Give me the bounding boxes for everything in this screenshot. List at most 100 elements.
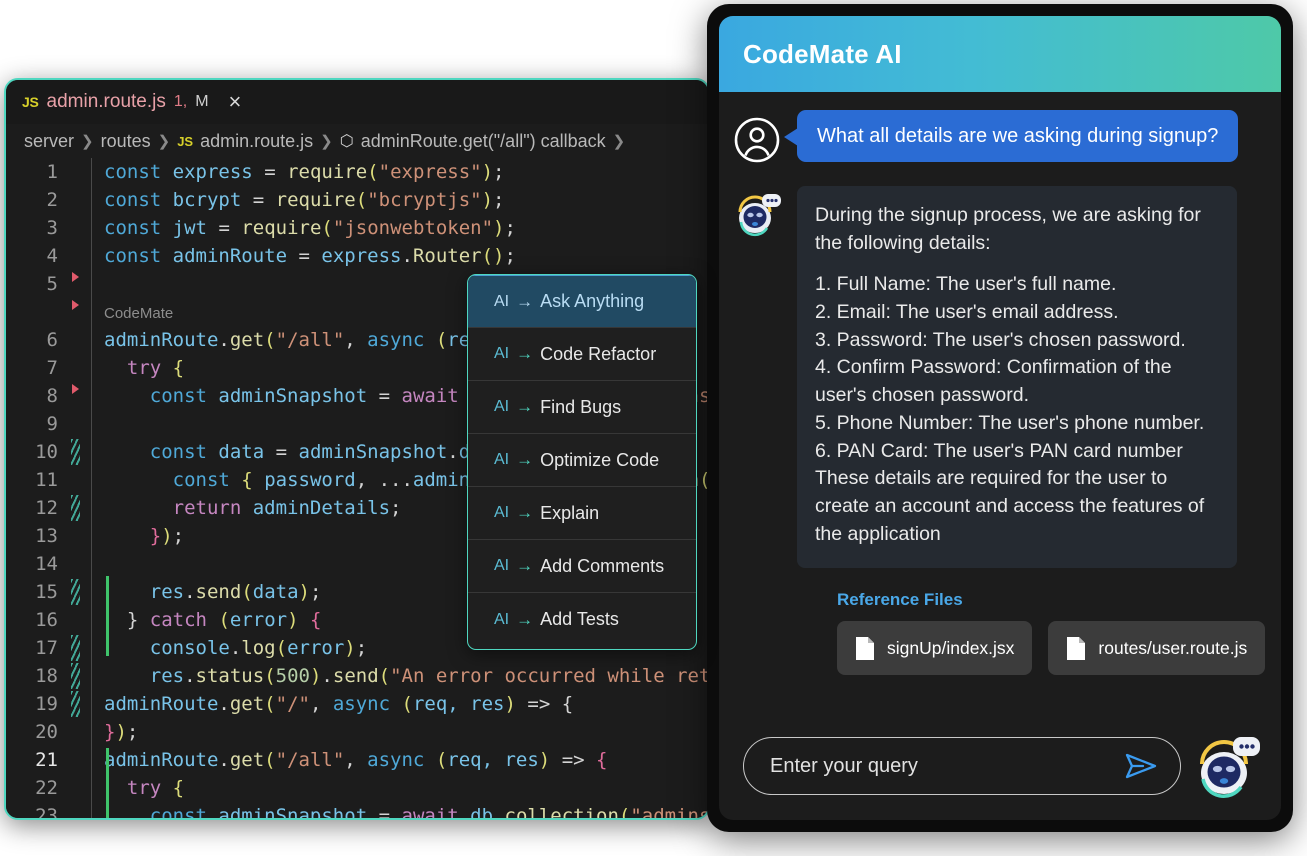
editor-tabbar: JS admin.route.js 1, M × <box>6 80 708 124</box>
arrow-right-icon: → <box>516 503 534 522</box>
ai-menu-item-find-bugs[interactable]: AI → Find Bugs <box>468 381 696 434</box>
user-message-bubble: What all details are we asking during si… <box>783 110 1239 162</box>
bot-list-item: 3. Password: The user's chosen password. <box>815 328 1186 351</box>
editor-tab-admin-route-js[interactable]: JS admin.route.js 1, M × <box>22 80 241 124</box>
line-number: 8 <box>46 385 58 407</box>
ai-menu-item-add-comments[interactable]: AI → Add Comments <box>468 540 696 593</box>
ai-prefix-label: AI <box>494 451 510 468</box>
gutter-mark <box>64 634 90 662</box>
chevron-right-icon: ❯ <box>81 133 94 150</box>
code-line: 1 const express = require("express"); <box>6 158 708 186</box>
arrow-right-icon: → <box>516 344 534 363</box>
gutter-mark <box>64 606 90 634</box>
bot-outro-text: These details are required for the user … <box>815 467 1205 545</box>
line-number: 12 <box>35 497 58 519</box>
change-marker-icon <box>71 663 80 689</box>
user-message-text: What all details are we asking during si… <box>817 125 1219 147</box>
arrow-right-icon: → <box>516 609 534 629</box>
breadcrumb-item-routes[interactable]: routes <box>101 131 151 152</box>
line-number: 4 <box>46 245 58 267</box>
search-input[interactable] <box>770 754 1124 778</box>
ai-menu-label: Ask Anything <box>540 291 645 311</box>
bot-list-item: 2. Email: The user's email address. <box>815 301 1119 324</box>
ai-prefix-label: AI <box>494 610 510 628</box>
breadcrumb: server ❯ routes ❯ JS admin.route.js ❯ ⬡ … <box>6 124 708 158</box>
gutter-mark <box>64 494 90 522</box>
js-file-icon: JS <box>22 94 39 110</box>
ai-menu-item-ask-anything[interactable]: AI → Ask Anything <box>468 275 696 328</box>
ai-menu-item-explain[interactable]: AI → Explain <box>468 487 696 540</box>
query-input-container[interactable] <box>743 737 1181 795</box>
arrow-right-icon: → <box>516 291 534 311</box>
breakpoint-arrow-icon <box>72 384 79 394</box>
breadcrumb-item-file[interactable]: admin.route.js <box>200 131 313 152</box>
chat-messages: What all details are we asking during si… <box>719 92 1281 712</box>
ai-menu-item-add-tests[interactable]: AI → Add Tests <box>468 593 696 646</box>
ai-menu-label: Code Refactor <box>540 343 657 364</box>
code-line-active: 21 adminRoute.get("/all", async (req, re… <box>6 746 708 774</box>
chat-header: CodeMate AI <box>719 16 1281 92</box>
change-marker-icon <box>71 691 80 717</box>
tab-modified-flag: M <box>195 93 209 110</box>
gutter-mark <box>64 774 90 802</box>
user-message-row: What all details are we asking during si… <box>733 110 1259 164</box>
reference-file-name: routes/user.route.js <box>1098 637 1248 658</box>
bot-list-item: 6. PAN Card: The user's PAN card number <box>815 439 1183 462</box>
arrow-right-icon: → <box>516 397 534 416</box>
reference-file-chip[interactable]: signUp/index.jsx <box>837 621 1033 676</box>
active-block-indicator <box>106 748 109 818</box>
line-number: 2 <box>46 189 58 211</box>
code-line: 22 try { <box>6 774 708 802</box>
change-marker-icon <box>71 495 80 521</box>
code-line: 2 const bcrypt = require("bcryptjs"); <box>6 186 708 214</box>
code-line-text: const express = require("express"); <box>104 161 505 183</box>
bot-list-item: 5. Phone Number: The user's phone number… <box>815 411 1205 434</box>
reference-file-chip[interactable]: routes/user.route.js <box>1048 621 1266 676</box>
code-line: 23 const adminSnapshot = await db.collec… <box>6 802 708 818</box>
ai-menu-item-optimize-code[interactable]: AI → Optimize Code <box>468 434 696 487</box>
gutter-mark <box>64 718 90 746</box>
bot-list-item: 4. Confirm Password: Confirmation of the… <box>815 356 1172 407</box>
line-number: 13 <box>35 525 58 547</box>
chevron-right-icon: ❯ <box>320 133 333 150</box>
code-line-text: try { <box>126 777 185 799</box>
bot-message-row: During the signup process, we are asking… <box>733 186 1259 569</box>
gutter-mark <box>64 522 90 550</box>
arrow-right-icon: → <box>516 556 534 575</box>
code-line: 18 res.status(500).send("An error occurr… <box>6 662 708 690</box>
breadcrumb-item-symbol[interactable]: adminRoute.get("/all") callback <box>361 131 606 152</box>
send-icon[interactable] <box>1124 751 1158 781</box>
gutter-mark <box>64 802 90 818</box>
ai-menu-label: Add Tests <box>540 609 619 629</box>
ai-prefix-label: AI <box>494 398 510 415</box>
gutter-mark <box>64 662 90 690</box>
change-marker-icon <box>71 439 80 465</box>
ai-context-menu[interactable]: AI → Ask Anything AI → Code Refactor AI … <box>467 274 697 650</box>
codemate-bot-fab-icon[interactable] <box>1193 731 1263 801</box>
tab-modified-count: 1, <box>173 93 188 110</box>
code-line: 20 }); <box>6 718 708 746</box>
close-icon[interactable]: × <box>229 91 242 113</box>
gutter-mark <box>64 270 90 298</box>
line-number: 6 <box>46 329 58 351</box>
codemate-ai-panel: CodeMate AI What all details are we aski… <box>707 4 1293 832</box>
ai-menu-label: Find Bugs <box>540 396 622 417</box>
tab-filename: admin.route.js <box>46 91 166 112</box>
breadcrumb-item-server[interactable]: server <box>24 131 74 152</box>
chat-container: CodeMate AI What all details are we aski… <box>719 16 1281 820</box>
code-line-text: adminRoute.get("/all", async (req, res) … <box>104 749 608 771</box>
line-number: 3 <box>46 217 58 239</box>
file-icon <box>1067 636 1086 660</box>
bot-intro-text: During the signup process, we are asking… <box>815 204 1201 254</box>
gutter-mark <box>64 746 90 774</box>
ai-prefix-label: AI <box>494 504 510 521</box>
ai-menu-item-code-refactor[interactable]: AI → Code Refactor <box>468 328 696 381</box>
bot-list-item: 1. Full Name: The user's full name. <box>815 273 1117 296</box>
line-number: 17 <box>35 637 58 659</box>
code-line: 3 const jwt = require("jsonwebtoken"); <box>6 214 708 242</box>
gutter-mark <box>64 326 90 354</box>
bot-avatar-icon <box>738 194 781 237</box>
file-icon <box>856 636 874 660</box>
gutter-mark <box>64 438 90 466</box>
line-number: 9 <box>46 413 58 435</box>
